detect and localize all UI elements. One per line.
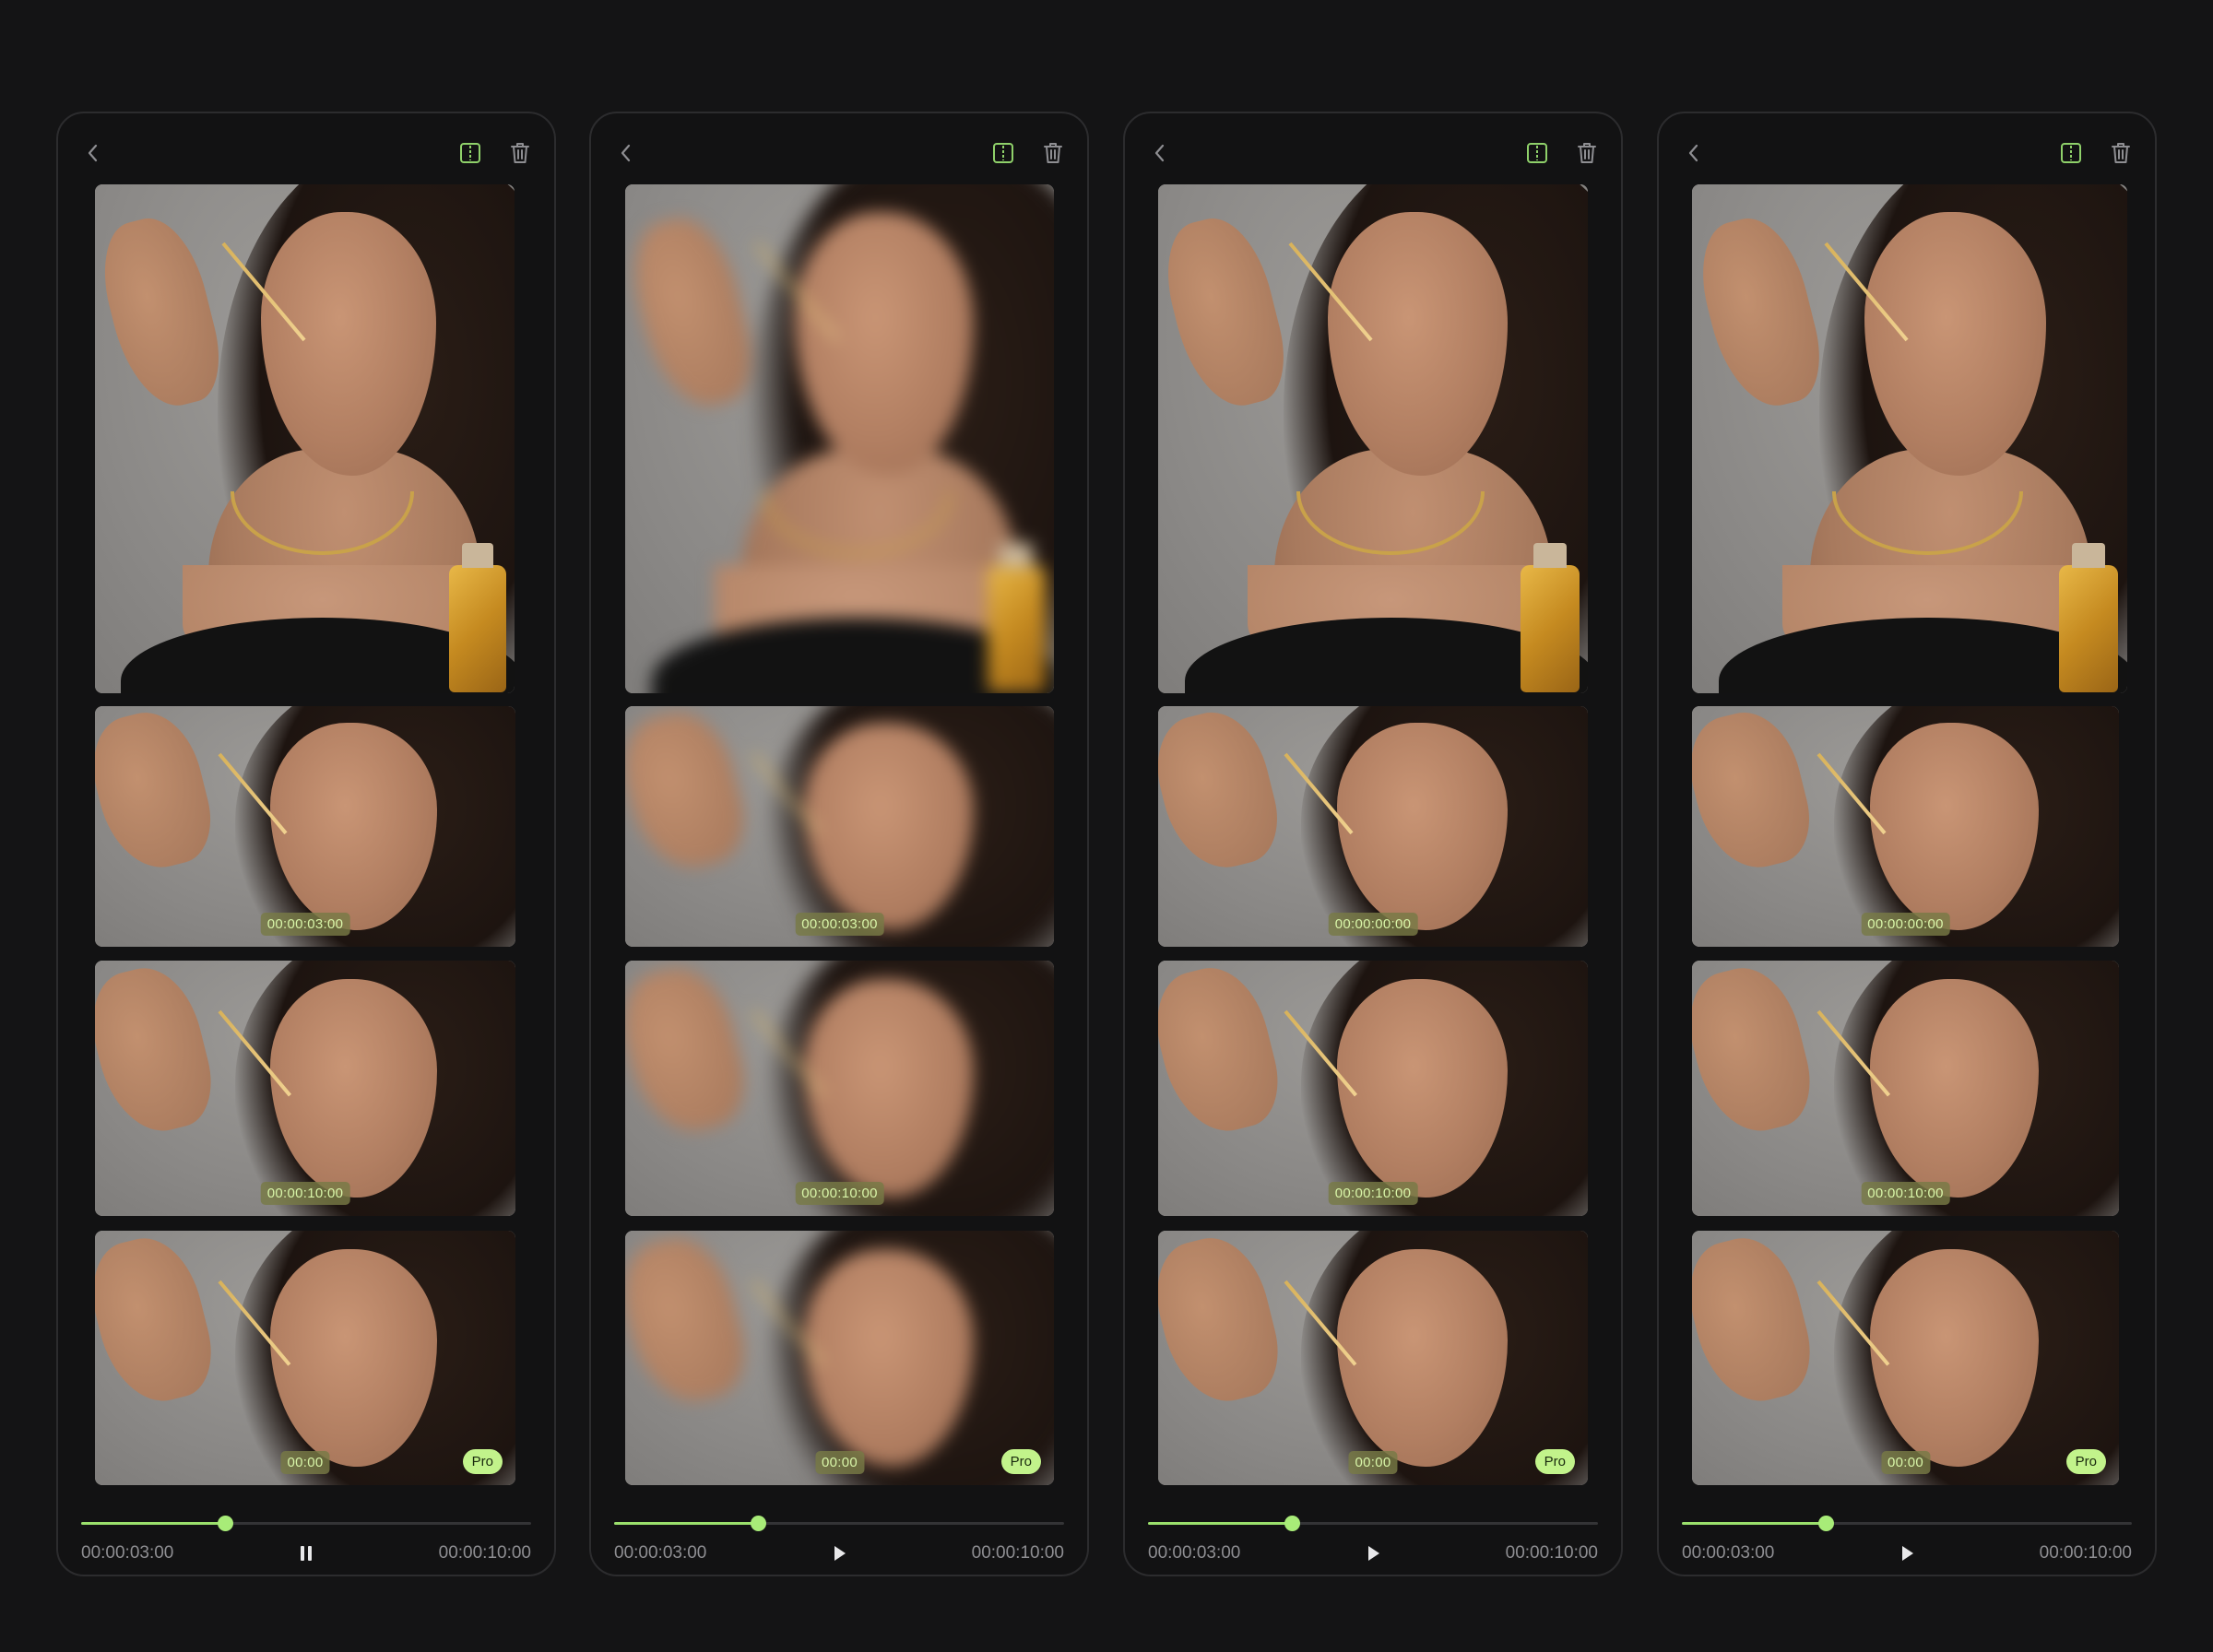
portrait-thumbnail-image [1158, 1231, 1588, 1485]
scrubber-handle[interactable] [1818, 1516, 1835, 1531]
pause-icon[interactable] [292, 1540, 320, 1567]
scrubber-progress [81, 1522, 226, 1525]
portrait-thumbnail-image [625, 961, 1054, 1216]
thumbnail-frame[interactable]: 00:00 Pro [1692, 1231, 2119, 1485]
timestamp-label: 00:00:03:00 [795, 913, 884, 936]
pro-badge[interactable]: Pro [2065, 1449, 2106, 1474]
thumbnail-frame[interactable]: 00:00 Pro [95, 1231, 515, 1485]
portrait-thumbnail-image [95, 706, 515, 947]
portrait-thumbnail-image [1692, 706, 2119, 947]
portrait-image [95, 184, 515, 693]
play-icon[interactable] [1893, 1540, 1921, 1567]
timestamp-label: 00:00 [814, 1451, 865, 1474]
playback-scrubber[interactable] [1682, 1514, 2132, 1532]
portrait-thumbnail-image [1692, 1231, 2119, 1485]
portrait-image [625, 184, 1054, 693]
timestamp-label: 00:00 [280, 1451, 330, 1474]
timestamp-label: 00:00:03:00 [260, 913, 350, 936]
player-controls: 00:00:03:00 00:00:10:00 [1148, 1540, 1598, 1567]
timestamp-label: 00:00:10:00 [795, 1182, 884, 1205]
portrait-thumbnail-image [1692, 961, 2119, 1216]
portrait-thumbnail-image [1158, 706, 1588, 947]
portrait-thumbnail-image [95, 1231, 515, 1485]
thumbnail-frame[interactable]: 00:00:10:00 [1158, 961, 1588, 1216]
split-compare-icon[interactable] [456, 139, 484, 167]
phone-screen-1: 00:00:03:00 00:00:10:00 00:00 Pro 00:00:… [56, 112, 556, 1576]
split-compare-icon[interactable] [989, 139, 1017, 167]
chevron-left-icon[interactable] [1145, 139, 1173, 167]
chevron-left-icon[interactable] [78, 139, 106, 167]
top-bar [1125, 136, 1621, 172]
timestamp-label: 00:00:10:00 [1328, 1182, 1418, 1205]
thumbnail-frame[interactable]: 00:00:03:00 [95, 706, 515, 947]
timestamp-label: 00:00 [1880, 1451, 1931, 1474]
portrait-thumbnail-image [1158, 961, 1588, 1216]
trash-icon[interactable] [1039, 139, 1067, 167]
playback-scrubber[interactable] [81, 1514, 531, 1532]
phone-screen-3: 00:00:00:00 00:00:10:00 00:00 Pro 00:00:… [1123, 112, 1623, 1576]
playback-scrubber[interactable] [614, 1514, 1064, 1532]
main-preview-frame[interactable] [1692, 184, 2127, 693]
timestamp-label: 00:00:10:00 [1861, 1182, 1950, 1205]
scrubber-progress [1148, 1522, 1293, 1525]
thumbnail-frame[interactable]: 00:00:10:00 [95, 961, 515, 1216]
pro-badge[interactable]: Pro [1534, 1449, 1575, 1474]
phone-screen-2: 00:00:03:00 00:00:10:00 00:00 Pro 00:00:… [589, 112, 1089, 1576]
current-time: 00:00:03:00 [81, 1543, 174, 1563]
timestamp-label: 00:00:00:00 [1328, 913, 1418, 936]
play-icon[interactable] [825, 1540, 853, 1567]
scrubber-handle[interactable] [218, 1516, 234, 1531]
timestamp-label: 00:00:00:00 [1861, 913, 1950, 936]
chevron-left-icon[interactable] [611, 139, 639, 167]
chevron-left-icon[interactable] [1679, 139, 1707, 167]
pro-badge[interactable]: Pro [462, 1449, 503, 1474]
top-bar [58, 136, 554, 172]
total-time: 00:00:10:00 [1505, 1543, 1598, 1563]
scrubber-handle[interactable] [1284, 1516, 1301, 1531]
total-time: 00:00:10:00 [971, 1543, 1064, 1563]
thumbnail-frame[interactable]: 00:00:03:00 [625, 706, 1054, 947]
timestamp-label: 00:00:10:00 [260, 1182, 350, 1205]
portrait-thumbnail-image [95, 961, 515, 1216]
split-compare-icon[interactable] [2057, 139, 2085, 167]
current-time: 00:00:03:00 [614, 1543, 707, 1563]
phone-screen-4: 00:00:00:00 00:00:10:00 00:00 Pro 00:00:… [1657, 112, 2157, 1576]
current-time: 00:00:03:00 [1682, 1543, 1775, 1563]
main-preview-frame[interactable] [95, 184, 515, 693]
scrubber-handle[interactable] [751, 1516, 767, 1531]
current-time: 00:00:03:00 [1148, 1543, 1241, 1563]
top-bar [1659, 136, 2155, 172]
main-preview-frame[interactable] [1158, 184, 1588, 693]
timestamp-label: 00:00 [1348, 1451, 1398, 1474]
thumbnail-frame[interactable]: 00:00:00:00 [1158, 706, 1588, 947]
thumbnail-frame[interactable]: 00:00:10:00 [1692, 961, 2119, 1216]
total-time: 00:00:10:00 [2039, 1543, 2132, 1563]
player-controls: 00:00:03:00 00:00:10:00 [614, 1540, 1064, 1567]
scrubber-progress [614, 1522, 759, 1525]
split-compare-icon[interactable] [1523, 139, 1551, 167]
portrait-thumbnail-image [625, 706, 1054, 947]
trash-icon[interactable] [506, 139, 534, 167]
player-controls: 00:00:03:00 00:00:10:00 [1682, 1540, 2132, 1567]
thumbnail-frame[interactable]: 00:00 Pro [625, 1231, 1054, 1485]
thumbnail-frame[interactable]: 00:00:10:00 [625, 961, 1054, 1216]
portrait-image [1158, 184, 1588, 693]
main-preview-frame[interactable] [625, 184, 1054, 693]
pro-badge[interactable]: Pro [1000, 1449, 1041, 1474]
top-bar [591, 136, 1087, 172]
portrait-thumbnail-image [625, 1231, 1054, 1485]
trash-icon[interactable] [1573, 139, 1601, 167]
thumbnail-frame[interactable]: 00:00 Pro [1158, 1231, 1588, 1485]
thumbnail-frame[interactable]: 00:00:00:00 [1692, 706, 2119, 947]
total-time: 00:00:10:00 [438, 1543, 531, 1563]
play-icon[interactable] [1359, 1540, 1387, 1567]
player-controls: 00:00:03:00 00:00:10:00 [81, 1540, 531, 1567]
playback-scrubber[interactable] [1148, 1514, 1598, 1532]
trash-icon[interactable] [2107, 139, 2135, 167]
scrubber-progress [1682, 1522, 1827, 1525]
portrait-image [1692, 184, 2127, 693]
